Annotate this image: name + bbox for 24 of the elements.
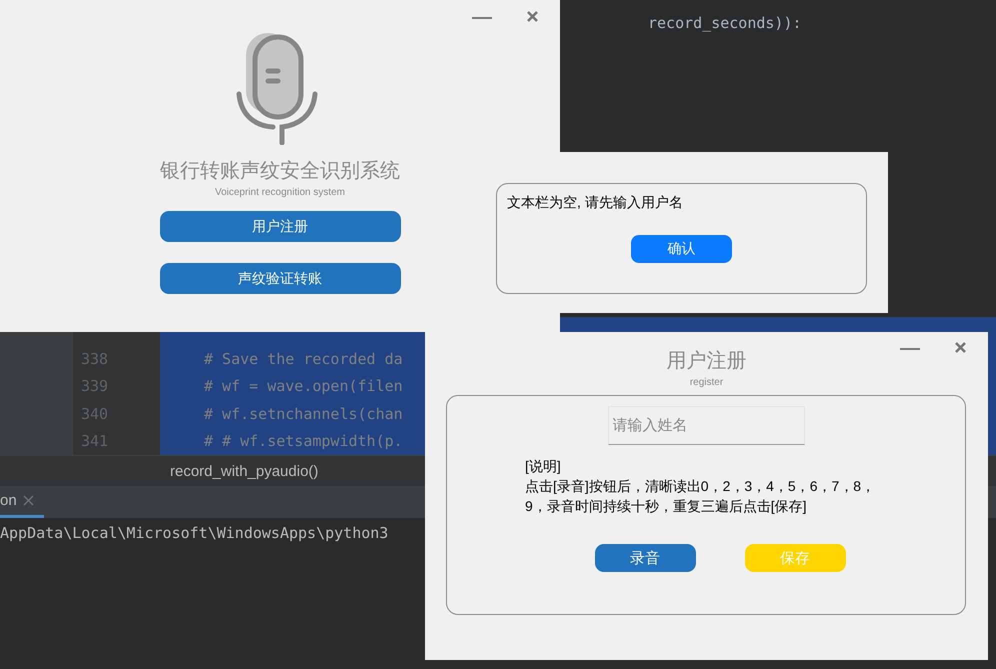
record-button[interactable]: 录音 xyxy=(594,544,696,572)
alert-message: 文本栏为空, 请先输入用户名 xyxy=(507,194,684,212)
confirm-button[interactable]: 确认 xyxy=(631,235,732,263)
instructions-heading: [说明] xyxy=(525,458,562,476)
minimize-button[interactable] xyxy=(472,17,492,20)
breadcrumb[interactable]: record_with_pyaudio() xyxy=(170,462,318,480)
close-button[interactable] xyxy=(527,11,538,22)
close-icon xyxy=(527,11,538,22)
app-subtitle: Voiceprint recognition system xyxy=(214,187,346,198)
minimize-icon xyxy=(472,17,492,20)
close-icon xyxy=(955,342,966,353)
minimize-button[interactable] xyxy=(900,348,920,351)
menu-button[interactable]: 声纹验证转账 xyxy=(160,263,400,294)
close-icon xyxy=(22,495,34,506)
code-line: record_seconds)): xyxy=(648,14,802,32)
console-output: AppData\Local\Microsoft\WindowsApps\python3 xyxy=(0,524,390,542)
instructions-text: 点击[录音]按钮后，清晰读出0，2，3，4，5，6，7，8，9，录音时间持续十秒，重复三遍后点击[保存] xyxy=(525,477,876,516)
window-title: 用户注册 xyxy=(666,349,746,374)
menu-button[interactable]: 用户注册 xyxy=(160,211,400,242)
minimize-icon xyxy=(900,348,920,351)
name-input[interactable]: 请输入姓名 xyxy=(608,406,804,445)
window-subtitle: register xyxy=(690,377,724,388)
close-button[interactable] xyxy=(955,342,966,353)
app-title: 银行转账声纹安全识别系统 xyxy=(160,159,400,184)
